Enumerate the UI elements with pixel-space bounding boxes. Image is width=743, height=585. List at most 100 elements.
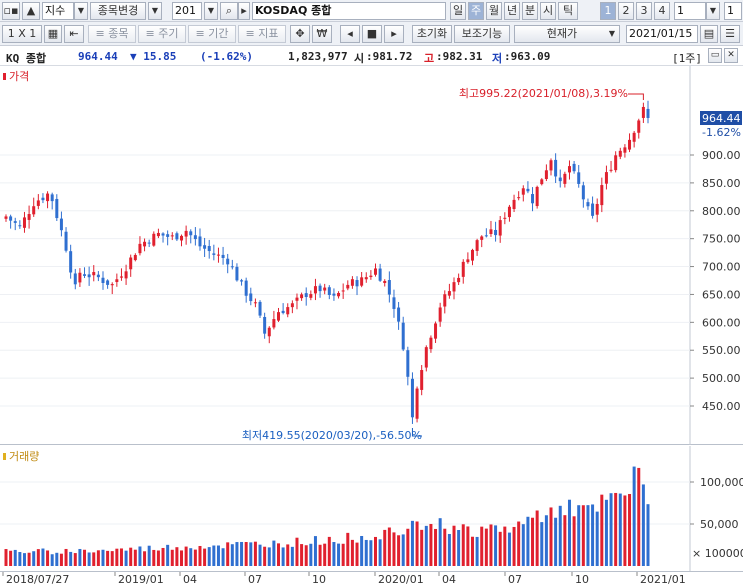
candle-body	[193, 235, 197, 240]
candle-body	[628, 139, 632, 150]
candle-body	[637, 120, 641, 133]
volume-bar	[69, 551, 73, 566]
settings-button[interactable]: ☰	[720, 25, 740, 43]
volume-bar	[443, 528, 447, 566]
period-day[interactable]: 일	[450, 2, 466, 20]
price-tick-label: 600.00	[702, 316, 741, 329]
aux-function-button[interactable]: 보조기능	[454, 25, 510, 43]
candle-body	[484, 235, 488, 237]
change-item-button[interactable]: 종목변경	[90, 2, 146, 20]
period-year[interactable]: 년	[504, 2, 520, 20]
window-menu-button[interactable]: ▫▪	[2, 2, 20, 20]
count-4[interactable]: 4	[654, 2, 670, 20]
candle-body	[461, 261, 465, 277]
type-dropdown-button[interactable]: ▼	[74, 2, 88, 20]
stop-button[interactable]: ■	[362, 25, 382, 43]
volume-chart[interactable]: 거래량 100,000 50,000 × 100000	[0, 446, 743, 571]
price-chart[interactable]: 900.00 850.00 800.00 750.00 700.00 650.00 600.…	[0, 66, 743, 445]
period-minute[interactable]: 분	[522, 2, 538, 20]
candle-body	[92, 272, 96, 276]
volume-bar	[106, 550, 110, 566]
volume-bar	[27, 552, 31, 566]
candle-body	[577, 172, 581, 184]
volume-bar	[73, 553, 77, 566]
count-2[interactable]: 2	[618, 2, 634, 20]
volume-bar	[207, 547, 211, 566]
price-tick-label: 550.00	[702, 344, 741, 357]
volume-bar	[13, 549, 17, 566]
count-3[interactable]: 3	[636, 2, 652, 20]
candle-body	[22, 217, 26, 228]
volume-bar	[595, 511, 599, 566]
prev-button[interactable]: ◂	[340, 25, 360, 43]
calendar-button[interactable]: ▤	[700, 25, 718, 43]
period-tick[interactable]: 틱	[558, 2, 578, 20]
play-button[interactable]: ▸	[384, 25, 404, 43]
volume-bar	[618, 493, 622, 566]
layout-button[interactable]: 1 X 1	[2, 25, 42, 43]
close-button[interactable]: ✕	[724, 48, 738, 63]
type-select[interactable]: 지수	[42, 2, 74, 20]
candle-body	[50, 194, 54, 202]
candles	[4, 100, 650, 424]
cycle-button[interactable]: ≡ 주기	[138, 25, 186, 43]
candle-body	[466, 259, 470, 263]
volume-bar	[429, 523, 433, 566]
period-button[interactable]: ≡ 기간	[188, 25, 236, 43]
volume-bar	[83, 549, 87, 566]
volume-bar	[184, 546, 188, 566]
period-month[interactable]: 월	[486, 2, 502, 20]
date-input[interactable]: 2021/01/15	[626, 25, 698, 43]
price-tick-label: 700.00	[702, 261, 741, 274]
reset-button[interactable]: 초기화	[412, 25, 452, 43]
volume-bar	[373, 536, 377, 566]
up-arrow-button[interactable]: ▲	[22, 2, 40, 20]
candle-body	[378, 268, 382, 281]
price-type-select[interactable]: 현재가 ▼	[514, 25, 620, 43]
volume-pane[interactable]: 거래량 100,000 50,000 × 100000	[0, 446, 743, 571]
candle-body	[604, 172, 608, 184]
candle-body	[13, 221, 17, 223]
x-axis-label: 04	[183, 573, 197, 585]
minimize-button[interactable]: ▭	[708, 48, 722, 63]
range-icon-button[interactable]: ⇤	[64, 25, 84, 43]
chevron-down-icon: ▼	[709, 6, 717, 15]
volume-bar	[138, 546, 142, 566]
volume-bar	[249, 542, 253, 566]
x-axis: 2018/07/27 2019/01 04 07 10 2020/01 04 07 10 2021…	[0, 571, 743, 585]
item-button[interactable]: ≡ 종목	[88, 25, 136, 43]
volume-bar	[498, 531, 502, 566]
count-1[interactable]: 1	[600, 2, 616, 20]
unit-input[interactable]: 1	[674, 2, 706, 20]
currency-button[interactable]: ₩	[312, 25, 332, 43]
x-axis-label: 2020/01	[378, 573, 424, 585]
quote-bar: KQ 종합 964.44 ▼ 15.85 (-1.62%) 1,823,977 …	[0, 47, 743, 66]
code-dropdown-button[interactable]: ▼	[204, 2, 218, 20]
period-hour[interactable]: 시	[540, 2, 556, 20]
volume-bar	[512, 526, 516, 566]
volume-bar	[212, 545, 216, 566]
pan-button[interactable]: ✥	[290, 25, 310, 43]
volume-bar	[540, 522, 544, 566]
volume-bar	[424, 525, 428, 566]
volume-bar	[623, 495, 627, 566]
code-input[interactable]: 201	[172, 2, 202, 20]
unit-dropdown-button[interactable]: ▼	[706, 2, 720, 20]
grid-icon-button[interactable]: ▦	[44, 25, 62, 43]
candle-body	[443, 294, 447, 307]
unit-input-2[interactable]: 1	[724, 2, 742, 20]
candle-body	[406, 350, 410, 377]
item-dropdown-button[interactable]: ▼	[148, 2, 162, 20]
volume-bar	[96, 550, 100, 566]
volume-bar	[230, 544, 234, 566]
next-item-button[interactable]: ▸	[238, 2, 250, 20]
candle-body	[286, 307, 290, 315]
indicator-button[interactable]: ≡ 지표	[238, 25, 286, 43]
period-week[interactable]: 주	[468, 2, 484, 20]
candle-body	[618, 150, 622, 157]
volume-bar	[600, 494, 604, 566]
volume-bar	[535, 510, 539, 566]
price-pane[interactable]: 900.00 850.00 800.00 750.00 700.00 650.00 600.…	[0, 66, 743, 445]
search-button[interactable]: ⌕	[220, 2, 238, 20]
quote-change: ▼ 15.85	[130, 50, 177, 63]
